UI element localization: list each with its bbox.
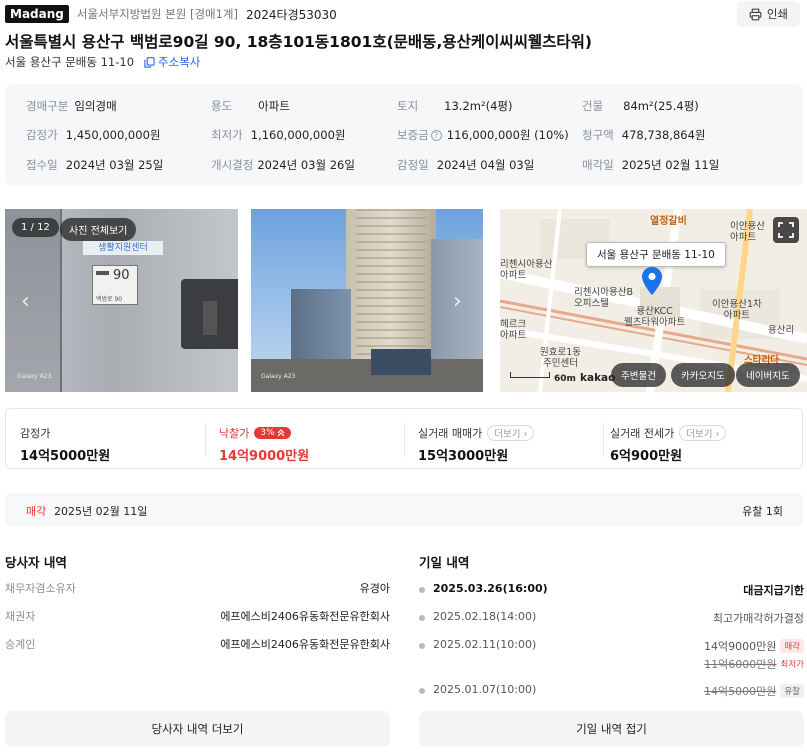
- trade-more-button[interactable]: 더보기 ›: [487, 425, 535, 441]
- failed-tag: 유찰: [780, 684, 804, 698]
- info-claim: 청구액 478,738,864원: [582, 128, 706, 142]
- map-address-tooltip: 서울 용산구 문배동 11-10: [586, 242, 726, 267]
- sign-support-center: 생활지원센터: [83, 241, 163, 255]
- map-fullscreen-button[interactable]: [773, 217, 799, 243]
- copy-address-label: 주소복사: [158, 55, 201, 69]
- sale-status-bar: 매각 2025년 02월 11일 유찰 1회: [5, 493, 803, 527]
- history-fold-button[interactable]: 기일 내역 접기: [419, 711, 804, 747]
- info-usage: 용도 아파트: [211, 99, 290, 113]
- map-pin-icon: [642, 267, 662, 295]
- printer-icon: [749, 8, 762, 20]
- brand-logo: Madang: [5, 5, 69, 23]
- building-plate: 90 백범로 90: [92, 265, 138, 305]
- timeline-dot: [419, 615, 425, 621]
- price-summary: 감정가 14억5000만원 낙찰가 3% 14억9000만원 실거래 매매가 더…: [5, 408, 803, 469]
- party-row-debtor: 채무자겸소유자 유경아: [5, 582, 390, 595]
- photo-building[interactable]: Galaxy A23 ›: [251, 209, 483, 392]
- info-appraisal-date: 감정일 2024년 04월 03일: [397, 158, 535, 172]
- info-start-decision: 개시결정 2024년 03월 26일: [211, 158, 355, 172]
- court-name: 서울서부지방법원 본원 [경매1계]: [76, 7, 238, 21]
- next-photo-arrow-icon[interactable]: ›: [453, 289, 462, 314]
- sold-tag: 매각: [780, 639, 804, 653]
- expand-icon: [778, 222, 794, 238]
- photo-entrance[interactable]: 생활지원센터 90 백범로 90 Galaxy A23 1 / 12 사진 전체…: [5, 209, 238, 392]
- info-appraisal: 감정가 1,450,000,000원: [26, 128, 161, 142]
- photo-counter: 1 / 12: [12, 218, 59, 237]
- timeline-dot: [419, 643, 425, 649]
- winning-rate-badge: 3%: [254, 427, 291, 439]
- short-address: 서울 용산구 문배동 11-10: [5, 55, 135, 69]
- lease-more-button[interactable]: 더보기 ›: [679, 425, 727, 441]
- kakao-map-button[interactable]: 카카오지도: [671, 363, 735, 387]
- copy-address-button[interactable]: 주소복사: [144, 54, 200, 70]
- info-land: 토지 13.2m²(4평): [397, 99, 513, 113]
- print-button[interactable]: 인쇄: [736, 1, 800, 27]
- info-received: 접수일 2024년 03월 25일: [26, 158, 164, 172]
- case-number: 2024타경53030: [246, 7, 337, 22]
- history-row: 2025.02.11(10:00) 14억9000만원 매각 11억6000만원…: [419, 638, 804, 672]
- sale-label: 매각: [26, 505, 47, 518]
- price-winning: 낙찰가 3% 14억9000만원: [219, 427, 310, 464]
- info-building: 건물 84m²(25.4평): [582, 99, 699, 113]
- parties-title: 당사자 내역: [5, 555, 67, 570]
- sale-date: 2025년 02월 11일: [54, 505, 148, 518]
- history-row: 2025.02.18(14:00) 최고가매각허가결정: [419, 610, 804, 626]
- header-row: Madang 서울서부지방법원 본원 [경매1계] 2024타경53030 인쇄: [5, 1, 802, 27]
- info-sale-date: 매각일 2025년 02월 11일: [582, 158, 720, 172]
- prev-photo-arrow-icon[interactable]: ‹: [21, 289, 30, 314]
- price-trade: 실거래 매매가 더보기 › 15억3000만원: [404, 409, 603, 470]
- price-lease: 실거래 전세가 더보기 › 6억900만원: [592, 409, 802, 470]
- history-title: 기일 내역: [419, 555, 470, 570]
- double-chevron-up-icon: [277, 429, 285, 437]
- info-minimum: 최저가 1,160,000,000원: [211, 128, 346, 142]
- info-deposit: 보증금 ? 116,000,000원 (10%): [397, 128, 569, 142]
- nearby-listings-button[interactable]: 주변물건: [611, 363, 666, 387]
- address-row: 서울 용산구 문배동 11-10 주소복사: [5, 54, 200, 70]
- map-scale-bar: [510, 372, 550, 378]
- party-row-creditor: 채권자 에프에스비2406유동화전문유한회사: [5, 610, 390, 623]
- view-all-photos-button[interactable]: 사진 전체보기: [60, 218, 137, 241]
- price-appraisal: 감정가 14억5000만원: [20, 427, 111, 464]
- info-panel: 경매구분 임의경매 용도 아파트 토지 13.2m²(4평) 건물 84m²(25.4평…: [5, 84, 803, 186]
- copy-icon: [144, 56, 155, 68]
- minimum-price-tag: 최저가: [780, 660, 804, 670]
- print-label: 인쇄: [766, 7, 788, 21]
- photo-gallery: 생활지원센터 90 백범로 90 Galaxy A23 1 / 12 사진 전체…: [0, 209, 807, 392]
- history-row: 2025.03.26(16:00) 대금지급기한: [419, 582, 804, 598]
- fail-count: 유찰 1회: [742, 505, 783, 518]
- party-row-successor: 승계인 에프에스비2406유동화전문유한회사: [5, 638, 390, 651]
- naver-map-button[interactable]: 네이버지도: [736, 363, 800, 387]
- timeline-dot: [419, 587, 425, 593]
- history-row: 2025.01.07(10:00) 14억5000만원 유찰: [419, 683, 804, 699]
- parties-more-button[interactable]: 당사자 내역 더보기: [5, 711, 390, 747]
- location-map[interactable]: 열정갈비 리첸시아용산 아파트 리첸시아용산B 오피스텔 용산KCC 웰츠타워아…: [500, 209, 807, 392]
- info-auction-type: 경매구분 임의경매: [26, 99, 117, 113]
- help-icon[interactable]: ?: [430, 129, 442, 141]
- property-title: 서울특별시 용산구 백범로90길 90, 18층101동1801호(문배동,용산…: [5, 33, 593, 51]
- timeline-dot: [419, 688, 425, 694]
